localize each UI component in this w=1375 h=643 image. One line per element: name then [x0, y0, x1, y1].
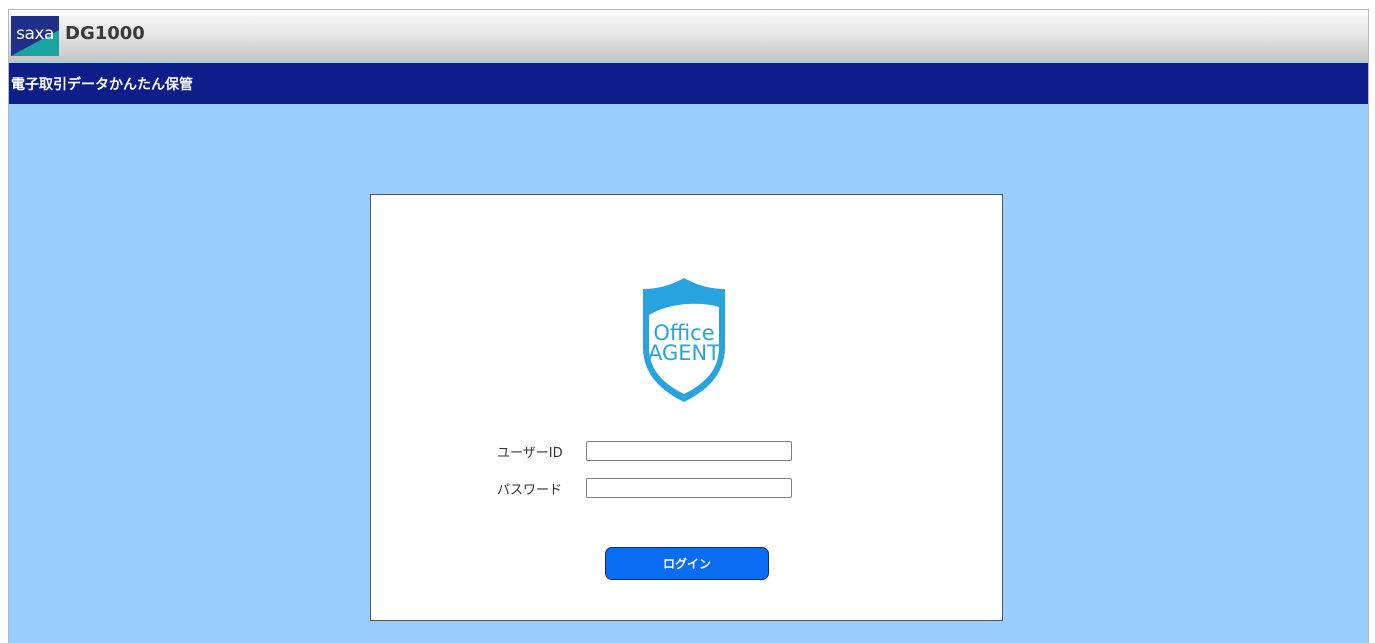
logo-text: saxa — [16, 24, 54, 44]
brand-line-office: Office — [653, 321, 715, 345]
password-input[interactable] — [586, 478, 792, 498]
login-button[interactable]: ログイン — [605, 547, 769, 580]
password-row: パスワード — [371, 476, 1002, 500]
saxa-logo: saxa — [11, 16, 59, 56]
office-agent-logo: Office AGENT — [638, 275, 730, 405]
product-name: DG1000 — [65, 23, 145, 44]
user-id-input[interactable] — [586, 441, 792, 461]
brand-line-agent: AGENT — [647, 341, 721, 365]
password-label: パスワード — [497, 483, 563, 498]
user-id-label: ユーザーID — [497, 446, 563, 461]
nav-bar: 電子取引データかんたん保管 — [9, 63, 1368, 104]
login-panel: Office AGENT ユーザーID パスワード ログイン — [370, 194, 1003, 621]
user-id-row: ユーザーID — [371, 439, 1002, 463]
top-bar: saxa DG1000 — [9, 10, 1368, 62]
app-window: saxa DG1000 電子取引データかんたん保管 Office AGENT ユ… — [8, 9, 1369, 643]
app-title: 電子取引データかんたん保管 — [11, 77, 193, 93]
